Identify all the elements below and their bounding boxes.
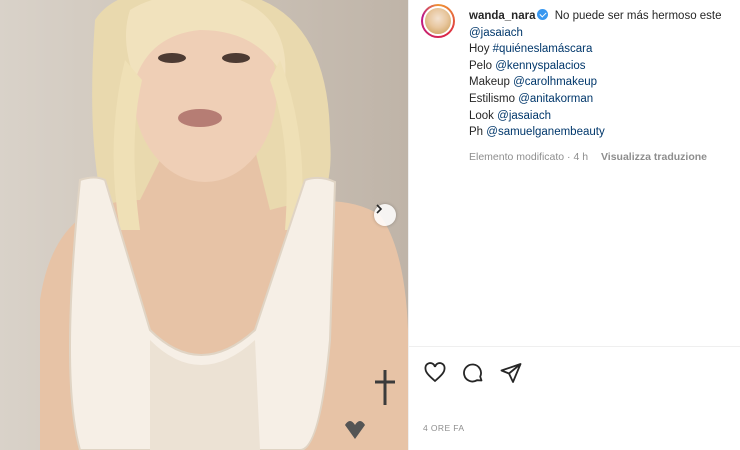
caption-label: Makeup — [469, 76, 514, 89]
caption-text: No puede ser más hermoso este — [554, 10, 722, 22]
caption-meta: Elemento modificato · 4 h Visualizza tra… — [469, 149, 740, 166]
caption-line-makeup: Makeup @carolhmakeup — [469, 74, 740, 91]
caption-line-ph: Ph @samuelganembeauty — [469, 124, 740, 141]
username-link[interactable]: wanda_nara — [469, 10, 535, 22]
caption-line-pelo: Pelo @kennyspalacios — [469, 58, 740, 75]
hashtag-link[interactable]: #quiéneslamáscara — [493, 43, 593, 55]
heart-icon[interactable] — [423, 361, 447, 385]
caption-label: Pelo — [469, 59, 496, 72]
translate-button[interactable]: Visualizza traduzione — [601, 151, 707, 163]
mention-link[interactable]: @jasaiach — [469, 27, 523, 39]
verified-badge-icon — [537, 9, 549, 20]
next-image-button[interactable] — [374, 204, 396, 226]
mention-link[interactable]: @anitakorman — [518, 93, 593, 105]
caption-line-look: Look @jasaiach — [469, 108, 740, 125]
mention-link[interactable]: @samuelganembeauty — [486, 126, 604, 138]
avatar[interactable] — [421, 4, 455, 38]
send-icon[interactable] — [499, 361, 523, 385]
caption-line-hoy: Hoy #quiéneslamáscara — [469, 41, 740, 58]
caption-line-estilismo: Estilismo @anitakorman — [469, 91, 740, 108]
post-image[interactable] — [0, 0, 408, 450]
caption: wanda_nara No puede ser más hermoso este… — [469, 8, 740, 165]
caption-label: Estilismo — [469, 92, 519, 105]
photo-illustration — [40, 0, 408, 450]
post-timestamp[interactable]: 4 ORE FA — [423, 423, 464, 433]
actions-bar — [409, 346, 740, 406]
caption-first-line: wanda_nara No puede ser más hermoso este — [469, 8, 740, 25]
caption-label: Look — [469, 109, 498, 122]
action-buttons — [423, 361, 523, 385]
mention-link[interactable]: @jasaiach — [497, 110, 551, 122]
avatar-image — [423, 6, 453, 36]
caption-label: Ph — [469, 126, 487, 139]
chevron-right-icon — [376, 204, 383, 214]
edited-label: Elemento modificato · 4 h — [469, 150, 589, 163]
caption-row: wanda_nara No puede ser más hermoso este… — [421, 4, 740, 165]
caption-mention-line: @jasaiach — [469, 25, 740, 42]
mention-link[interactable]: @kennyspalacios — [495, 60, 585, 72]
post-details-panel: wanda_nara No puede ser más hermoso este… — [408, 0, 740, 450]
mention-link[interactable]: @carolhmakeup — [513, 76, 597, 88]
caption-label: Hoy — [469, 43, 493, 56]
comment-icon[interactable] — [461, 361, 485, 385]
